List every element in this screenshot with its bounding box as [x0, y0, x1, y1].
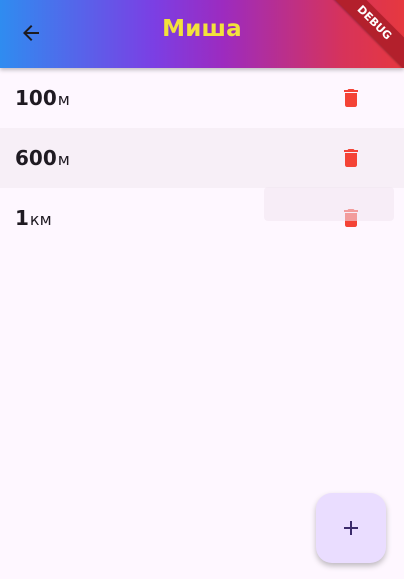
distance-value: 600 [15, 146, 57, 170]
trash-icon [344, 149, 358, 167]
tooltip [264, 187, 394, 221]
distance-unit: м [57, 90, 70, 109]
list-item: 600 м [0, 128, 404, 188]
page-title: Миша [162, 16, 242, 42]
distance-text: 600 м [15, 146, 70, 170]
plus-icon [344, 521, 358, 535]
app-bar: Миша DEBUG [0, 0, 404, 68]
distance-unit: км [29, 210, 52, 229]
trash-icon [344, 89, 358, 107]
distance-value: 1 [15, 206, 29, 230]
list-item: 100 м [0, 68, 404, 128]
delete-button[interactable] [333, 142, 369, 174]
distance-unit: м [57, 150, 70, 169]
delete-button[interactable] [333, 82, 369, 114]
distance-list: 100 м 600 м 1 км [0, 68, 404, 248]
add-button[interactable] [316, 493, 386, 563]
distance-text: 1 км [15, 206, 52, 230]
distance-value: 100 [15, 86, 57, 110]
distance-text: 100 м [15, 86, 70, 110]
